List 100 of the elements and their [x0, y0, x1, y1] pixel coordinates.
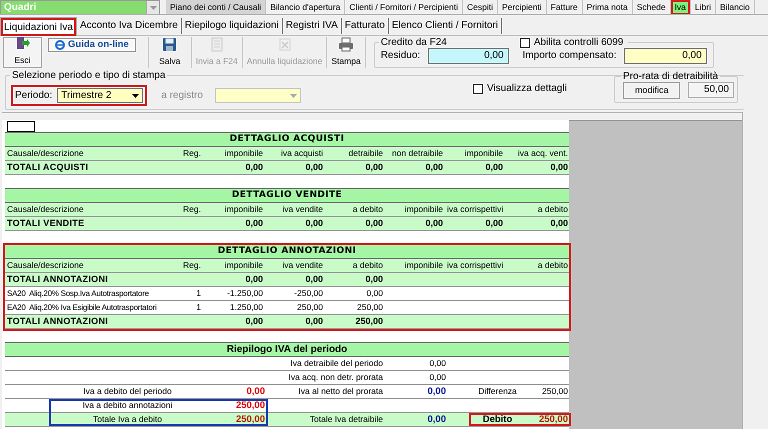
menu-tab[interactable]: Iva [670, 0, 691, 14]
tab[interactable]: Riepilogo liquidazioni [182, 18, 283, 34]
total-cell-text: 0,00 [304, 316, 324, 327]
total-cell-text: 0,00 [484, 162, 504, 173]
help-button[interactable]: Guida on-line [48, 38, 136, 52]
total-cell-text: 0,00 [364, 218, 384, 229]
summary-value: 0,00 [426, 414, 447, 425]
field-label: Periodo: [15, 90, 52, 102]
column-header: imponibile [224, 148, 264, 159]
checkbox[interactable] [472, 84, 483, 94]
column-header: non detraibile [390, 148, 444, 159]
summary-label: Iva a debito del periodo [82, 386, 173, 397]
summary-value: 0,00 [246, 386, 266, 397]
column-header: imponibile [404, 204, 444, 215]
section-title: Riepilogo IVA del periodo [226, 344, 348, 355]
column-header: imponibile [464, 148, 504, 159]
total-cell-text: 0,00 [244, 316, 264, 327]
total-cell-text: 250,00 [354, 316, 384, 327]
table-cell-text: 1 [195, 288, 202, 299]
total-cell-text: 0,00 [304, 218, 324, 229]
checkbox[interactable] [520, 38, 530, 48]
tab[interactable]: Liquidazioni Iva [0, 17, 77, 36]
toolbar-button[interactable]: Stampa [327, 37, 366, 68]
exit-button[interactable]: Esci [3, 37, 42, 68]
total-cell-text: TOTALI ANNOTAZIONI [6, 316, 110, 327]
total-cell-text: 0,00 [244, 218, 264, 229]
menu-tab[interactable]: Piano dei conti / Causali [166, 0, 266, 14]
group-title: Pro-rata di detraibilità [623, 70, 718, 82]
input-field[interactable]: 0,00 [428, 48, 509, 64]
column-header: Reg. [182, 260, 202, 271]
summary-label: Totale Iva detraibile [308, 414, 384, 425]
column-header: imponibile [224, 260, 264, 271]
column-header: Causale/descrizione [6, 204, 85, 215]
column-header: a debito [536, 260, 569, 271]
menu-tab[interactable]: Prima nota [582, 0, 633, 14]
toolbar-button[interactable]: Salva [148, 37, 192, 68]
section-title: DETTAGLIO ANNOTAZIONI [218, 246, 356, 257]
column-header: imponibile [224, 204, 264, 215]
save-icon [162, 37, 178, 52]
cancel-icon [276, 37, 293, 52]
table-cell-text: -250,00 [293, 288, 324, 299]
document-icon [208, 37, 225, 52]
column-header: imponibile [404, 260, 444, 271]
tab[interactable]: Elenco Clienti / Fornitori [388, 18, 502, 34]
checkbox-label: Visualizza dettagli [486, 82, 567, 94]
input-field[interactable]: 0,00 [624, 48, 707, 64]
total-cell-text: TOTALI ANNOTAZIONI [6, 274, 110, 285]
summary-label: Totale Iva a debito [92, 414, 163, 425]
printer-icon [338, 37, 354, 52]
column-header: Causale/descrizione [6, 148, 85, 159]
total-cell-text: 0,00 [424, 162, 444, 173]
menu-tab[interactable]: Schede [632, 0, 671, 14]
summary-label: Iva al netto del prorata [297, 386, 384, 397]
field-label: Residuo: [380, 50, 420, 62]
column-header: iva vendite [281, 260, 324, 271]
caret-icon [132, 94, 140, 98]
summary-value: 250,00 [234, 414, 266, 425]
grid-cell[interactable] [7, 121, 35, 132]
total-cell-text: 0,00 [549, 162, 569, 173]
column-header: Reg. [182, 204, 202, 215]
group-title: Credito da F24 [380, 37, 447, 48]
tab[interactable]: Acconto Iva Dicembre [76, 18, 182, 34]
total-cell-text: 0,00 [549, 218, 569, 229]
column-header: Causale/descrizione [6, 260, 85, 271]
input-field[interactable]: 50,00 [688, 82, 734, 98]
period-dropdown[interactable]: Trimestre 2 [57, 88, 144, 103]
summary-value: 250,00 [541, 386, 569, 397]
tab[interactable]: Fatturato [342, 18, 389, 34]
summary-value: 250,00 [234, 400, 266, 411]
menu-tab[interactable]: Fatture [546, 0, 583, 14]
field-label: Importo compensato: [522, 50, 616, 62]
total-cell-text: TOTALI ACQUISTI [6, 162, 90, 173]
total-cell-text: 0,00 [364, 274, 384, 285]
column-header: iva acquisti [280, 148, 324, 159]
caret-icon [150, 6, 156, 10]
column-header: iva corrispettivi [446, 260, 504, 271]
column-header: a debito [536, 204, 569, 215]
table-cell-text: SA20 Aliq.20% Sosp.Iva Autotrasportatore [6, 288, 150, 299]
summary-label: Differenza [477, 386, 518, 397]
summary-label: Debito [482, 414, 514, 425]
section-title: DETTAGLIO ACQUISTI [230, 134, 344, 145]
column-header: a debito [352, 204, 384, 215]
checkbox-label: Abilita controlli 6099 [534, 37, 624, 48]
table-cell-text: 250,00 [296, 302, 324, 313]
column-header: a debito [352, 260, 384, 271]
field-label: a registro [161, 90, 203, 102]
summary-value: 0,00 [428, 358, 447, 369]
table-cell-text: EA20 Aliq.20% Iva Esigibile Autotrasportatori [6, 302, 158, 313]
summary-value: 250,00 [538, 414, 569, 425]
tab[interactable]: Registri IVA [282, 18, 342, 34]
table-cell-text: -1.250,00 [226, 288, 264, 299]
table-cell-text: 1 [195, 302, 202, 313]
summary-label: Iva a debito annotazioni [82, 400, 174, 411]
exit-icon [14, 36, 30, 51]
column-header: iva vendite [281, 204, 324, 215]
column-header: detraibile [348, 148, 384, 159]
table-cell-text: 0,00 [365, 288, 384, 299]
column-header: Reg. [182, 148, 202, 159]
column-header: iva acq. vent. [516, 148, 569, 159]
edit-button[interactable]: modifica [623, 82, 680, 98]
